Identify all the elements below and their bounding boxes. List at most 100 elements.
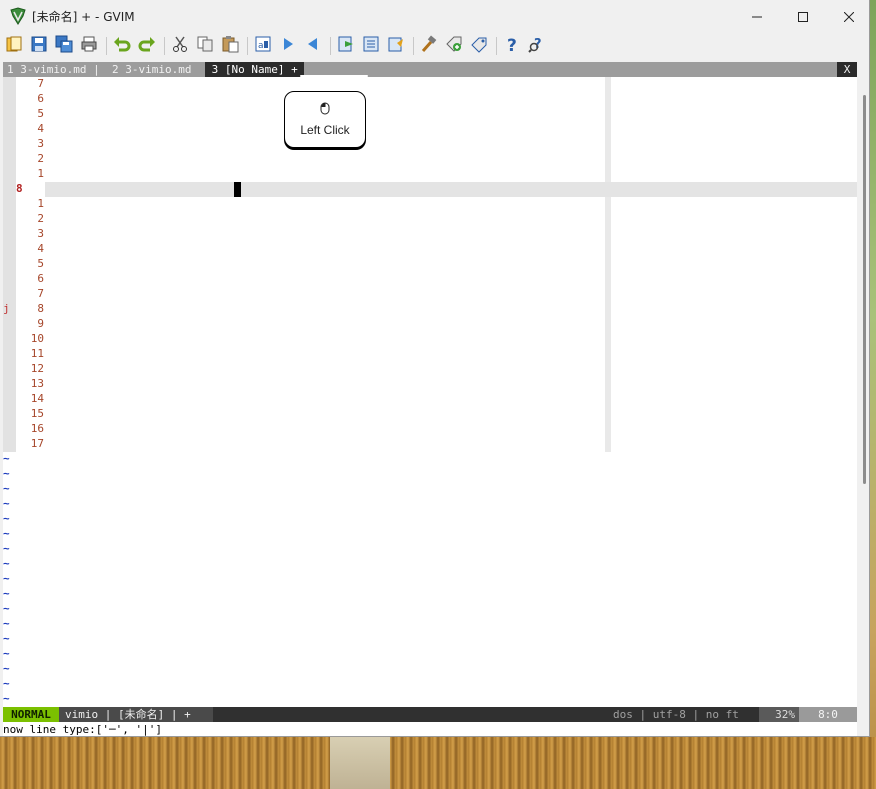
minimize-icon [752, 7, 762, 26]
line-number: 6 [37, 92, 44, 105]
redo-button[interactable] [136, 35, 158, 57]
tilde-filler: ~ [3, 527, 10, 540]
find-replace-icon: a [254, 35, 272, 57]
cut-icon [171, 35, 189, 57]
tilde-filler: ~ [3, 482, 10, 495]
vertical-scrollbar[interactable] [857, 77, 869, 736]
toolbar-separator [164, 37, 165, 55]
make-button[interactable] [418, 35, 440, 57]
tilde-filler: ~ [3, 542, 10, 555]
tilde-filler: ~ [3, 557, 10, 570]
toolbar-separator [330, 37, 331, 55]
find-prev-icon [304, 35, 322, 57]
tilde-filler: ~ [3, 452, 10, 465]
status-percent: 32% [759, 707, 799, 722]
tab-1[interactable]: 1 3-vimio.md | [7, 62, 106, 77]
color-column [605, 77, 611, 452]
run-ctags-button[interactable] [443, 35, 465, 57]
tilde-filler: ~ [3, 587, 10, 600]
command-line[interactable]: now line type:['─', '|'] [3, 722, 857, 736]
undo-button[interactable] [111, 35, 133, 57]
open-button[interactable] [3, 35, 25, 57]
close-button[interactable] [826, 0, 869, 32]
load-session-button[interactable] [335, 35, 357, 57]
line-number: 10 [30, 332, 44, 345]
sign-column [3, 77, 16, 452]
toolbar-separator [413, 37, 414, 55]
line-number: 17 [30, 437, 44, 450]
gvim-window: [未命名] + - GVIM a ? ? 1 3-vimio.md | 2 3-… [0, 0, 870, 737]
tilde-filler: ~ [3, 512, 10, 525]
tilde-filler: ~ [3, 617, 10, 630]
line-number: 8 [37, 302, 44, 315]
print-icon [80, 35, 98, 57]
close-icon [843, 7, 855, 26]
line-number: 13 [30, 377, 44, 390]
editor-buffer[interactable]: 7 6 5 4 3 2 1 8 1 2 3 4 5 6 7 j 8 9 10 11 12 13 14 15 16 17 ~ ~ ~ ~ ~… [3, 77, 857, 707]
save-all-button[interactable] [53, 35, 75, 57]
line-number: 1 [37, 167, 44, 180]
find-help-button[interactable]: ? [526, 35, 548, 57]
toolbar-separator [106, 37, 107, 55]
help-icon: ? [503, 35, 521, 57]
run-script-button[interactable] [385, 35, 407, 57]
save-all-icon [55, 35, 73, 57]
tilde-filler: ~ [3, 467, 10, 480]
line-number: 11 [30, 347, 44, 360]
line-number: 1 [37, 197, 44, 210]
scrollbar-thumb[interactable] [863, 95, 866, 484]
line-number: 2 [37, 212, 44, 225]
tab-close-button[interactable]: X [837, 62, 857, 77]
find-next-button[interactable] [277, 35, 299, 57]
find-next-icon [279, 35, 297, 57]
line-number: 4 [37, 122, 44, 135]
undo-icon [113, 35, 131, 57]
tilde-filler: ~ [3, 677, 10, 690]
tilde-filler: ~ [3, 497, 10, 510]
gvim-app-icon[interactable] [9, 7, 27, 25]
save-button[interactable] [28, 35, 50, 57]
status-line: NORMAL vimio | [未命名] | + dos | utf-8 | n… [3, 707, 857, 722]
mouse-icon [320, 100, 330, 119]
tilde-filler: ~ [3, 662, 10, 675]
paste-icon [221, 35, 239, 57]
tab-2[interactable]: 2 3-vimio.md [112, 62, 198, 77]
save-session-icon [362, 35, 380, 57]
tilde-filler: ~ [3, 602, 10, 615]
load-session-icon [337, 35, 355, 57]
svg-text:?: ? [507, 36, 517, 53]
help-button[interactable]: ? [501, 35, 523, 57]
tilde-filler: ~ [3, 572, 10, 585]
make-icon [420, 35, 438, 57]
tab-3-active[interactable]: 3 [No Name] + [205, 62, 305, 77]
redo-icon [138, 35, 156, 57]
print-button[interactable] [78, 35, 100, 57]
run-ctags-icon [445, 35, 463, 57]
jump-tag-button[interactable] [468, 35, 490, 57]
find-replace-button[interactable]: a [252, 35, 274, 57]
toolbar-separator [496, 37, 497, 55]
save-session-button[interactable] [360, 35, 382, 57]
status-file-info: vimio | [未命名] | + [59, 707, 213, 722]
paste-button[interactable] [219, 35, 241, 57]
maximize-button[interactable] [780, 0, 826, 32]
overlay-label: Left Click [300, 123, 350, 137]
line-number: 2 [37, 152, 44, 165]
line-number: 9 [37, 317, 44, 330]
find-prev-button[interactable] [302, 35, 324, 57]
tilde-filler: ~ [3, 647, 10, 660]
tilde-filler: ~ [3, 632, 10, 645]
line-number: 14 [30, 392, 44, 405]
cursor-line [45, 182, 857, 197]
minimize-button[interactable] [734, 0, 780, 32]
cut-button[interactable] [169, 35, 191, 57]
desktop-background [0, 737, 876, 789]
copy-button[interactable] [194, 35, 216, 57]
find-help-icon: ? [528, 35, 546, 57]
left-click-overlay: Left Click [284, 91, 366, 148]
status-encoding: dos | utf-8 | no ft [613, 708, 739, 721]
open-icon [5, 35, 23, 57]
jump-tag-icon [470, 35, 488, 57]
status-cursor-position: 8:0 [799, 707, 857, 722]
copy-icon [196, 35, 214, 57]
